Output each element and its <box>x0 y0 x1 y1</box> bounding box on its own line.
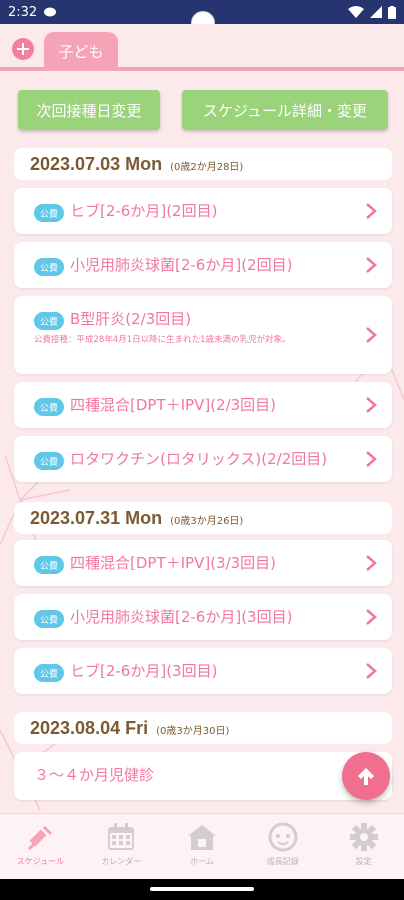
nav-calendar[interactable]: カレンダー <box>81 814 162 879</box>
change-next-date-label: 次回接種日変更 <box>36 101 142 120</box>
chevron-right-icon <box>366 327 377 343</box>
home-icon <box>187 825 216 850</box>
chevron-right-icon <box>366 451 377 467</box>
date-header: 2023.07.31 Mon (0歳3か月26日) <box>14 502 392 534</box>
vaccine-title: B型肝炎(2/3回目) <box>70 310 192 328</box>
status-time: 2:32 <box>8 4 38 20</box>
home-gesture-pill[interactable] <box>150 887 254 891</box>
tab-label: 子ども <box>58 42 104 61</box>
nav-label: 設定 <box>355 857 372 866</box>
checkup-title: ３～４か月児健診 <box>34 766 155 784</box>
vaccine-note: 公費接種：平成28年4月1日以降に生まれた1歳未満の乳児が対象。 <box>34 335 291 345</box>
date-header: 2023.07.03 Mon (0歳2か月28日) <box>14 148 392 180</box>
checkup-card[interactable]: ３～４か月児健診 <box>14 752 392 800</box>
age-text: (0歳3か月30日) <box>156 726 230 737</box>
nav-settings[interactable]: 設定 <box>323 814 404 879</box>
public-funded-badge: 公費 <box>34 258 64 276</box>
chevron-right-icon <box>366 663 377 679</box>
plus-circle-icon <box>17 43 29 55</box>
vaccine-title: 小児用肺炎球菌[2-6か月](3回目) <box>70 608 293 626</box>
signal-icon <box>370 6 382 18</box>
add-child-button[interactable] <box>12 38 34 60</box>
public-funded-badge: 公費 <box>34 204 64 222</box>
public-funded-badge: 公費 <box>34 556 64 574</box>
vaccine-card[interactable]: 公費 ヒブ[2-6か月](3回目) <box>14 648 392 694</box>
chevron-right-icon <box>366 203 377 219</box>
public-funded-badge: 公費 <box>34 664 64 682</box>
date-text: 2023.08.04 Fri <box>30 718 149 738</box>
notification-icon <box>44 7 57 17</box>
date-text: 2023.07.31 Mon <box>30 508 163 528</box>
vaccine-card[interactable]: 公費 四種混合[DPT＋IPV](3/3回目) <box>14 540 392 586</box>
change-next-date-button[interactable]: 次回接種日変更 <box>18 90 160 130</box>
chevron-right-icon <box>366 397 377 413</box>
vaccine-title: 四種混合[DPT＋IPV](2/3回目) <box>70 396 277 414</box>
vaccine-title: 四種混合[DPT＋IPV](3/3回目) <box>70 554 277 572</box>
vaccine-card[interactable]: 公費 ヒブ[2-6か月](2回目) <box>14 188 392 234</box>
vaccine-card[interactable]: 公費 四種混合[DPT＋IPV](2/3回目) <box>14 382 392 428</box>
battery-icon <box>388 5 396 19</box>
app-header: 子ども <box>0 24 404 70</box>
date-header: 2023.08.04 Fri (0歳3か月30日) <box>14 712 392 744</box>
vaccine-title: 小児用肺炎球菌[2-6か月](2回目) <box>70 256 293 274</box>
vaccine-title: ヒブ[2-6か月](3回目) <box>70 662 218 680</box>
chevron-right-icon <box>366 257 377 273</box>
schedule-detail-label: スケジュール詳細・変更 <box>203 101 367 120</box>
nav-growth-record[interactable]: 成長記録 <box>242 814 323 879</box>
nav-label: ホーム <box>190 857 214 866</box>
system-navigation-bar <box>0 879 404 900</box>
baby-face-icon <box>268 822 298 852</box>
chevron-right-icon <box>366 609 377 625</box>
bottom-navigation: スケジュール カレンダー ホーム 成長記録 設定 <box>0 813 404 879</box>
wifi-icon <box>348 6 364 18</box>
vaccine-card[interactable]: 公費 ロタワクチン(ロタリックス)(2/2回目) <box>14 436 392 482</box>
public-funded-badge: 公費 <box>34 452 64 470</box>
nav-label: カレンダー <box>101 857 142 866</box>
date-text: 2023.07.03 Mon <box>30 154 163 174</box>
vaccine-card[interactable]: 公費 B型肝炎(2/3回目) 公費接種：平成28年4月1日以降に生まれた1歳未満… <box>14 296 392 374</box>
schedule-detail-button[interactable]: スケジュール詳細・変更 <box>182 90 388 130</box>
nav-label: 成長記録 <box>266 857 299 866</box>
public-funded-badge: 公費 <box>34 398 64 416</box>
age-text: (0歳3か月26日) <box>170 516 244 527</box>
arrow-up-icon <box>358 768 374 785</box>
vaccine-title: ロタワクチン(ロタリックス)(2/2回目) <box>70 450 328 468</box>
tab-child[interactable]: 子ども <box>44 32 118 70</box>
calendar-icon <box>108 823 135 850</box>
vaccine-title: ヒブ[2-6か月](2回目) <box>70 202 218 220</box>
nav-home[interactable]: ホーム <box>162 814 243 879</box>
public-funded-badge: 公費 <box>34 312 64 330</box>
chevron-right-icon <box>366 555 377 571</box>
nav-label: スケジュール <box>16 857 65 866</box>
vaccine-card[interactable]: 公費 小児用肺炎球菌[2-6か月](3回目) <box>14 594 392 640</box>
age-text: (0歳2か月28日) <box>170 162 244 173</box>
syringe-icon <box>28 825 53 851</box>
public-funded-badge: 公費 <box>34 610 64 628</box>
gear-icon <box>349 823 378 851</box>
nav-schedule[interactable]: スケジュール <box>0 814 81 879</box>
tab-underline <box>0 67 404 71</box>
scroll-top-button[interactable] <box>342 752 390 800</box>
vaccine-card[interactable]: 公費 小児用肺炎球菌[2-6か月](2回目) <box>14 242 392 288</box>
